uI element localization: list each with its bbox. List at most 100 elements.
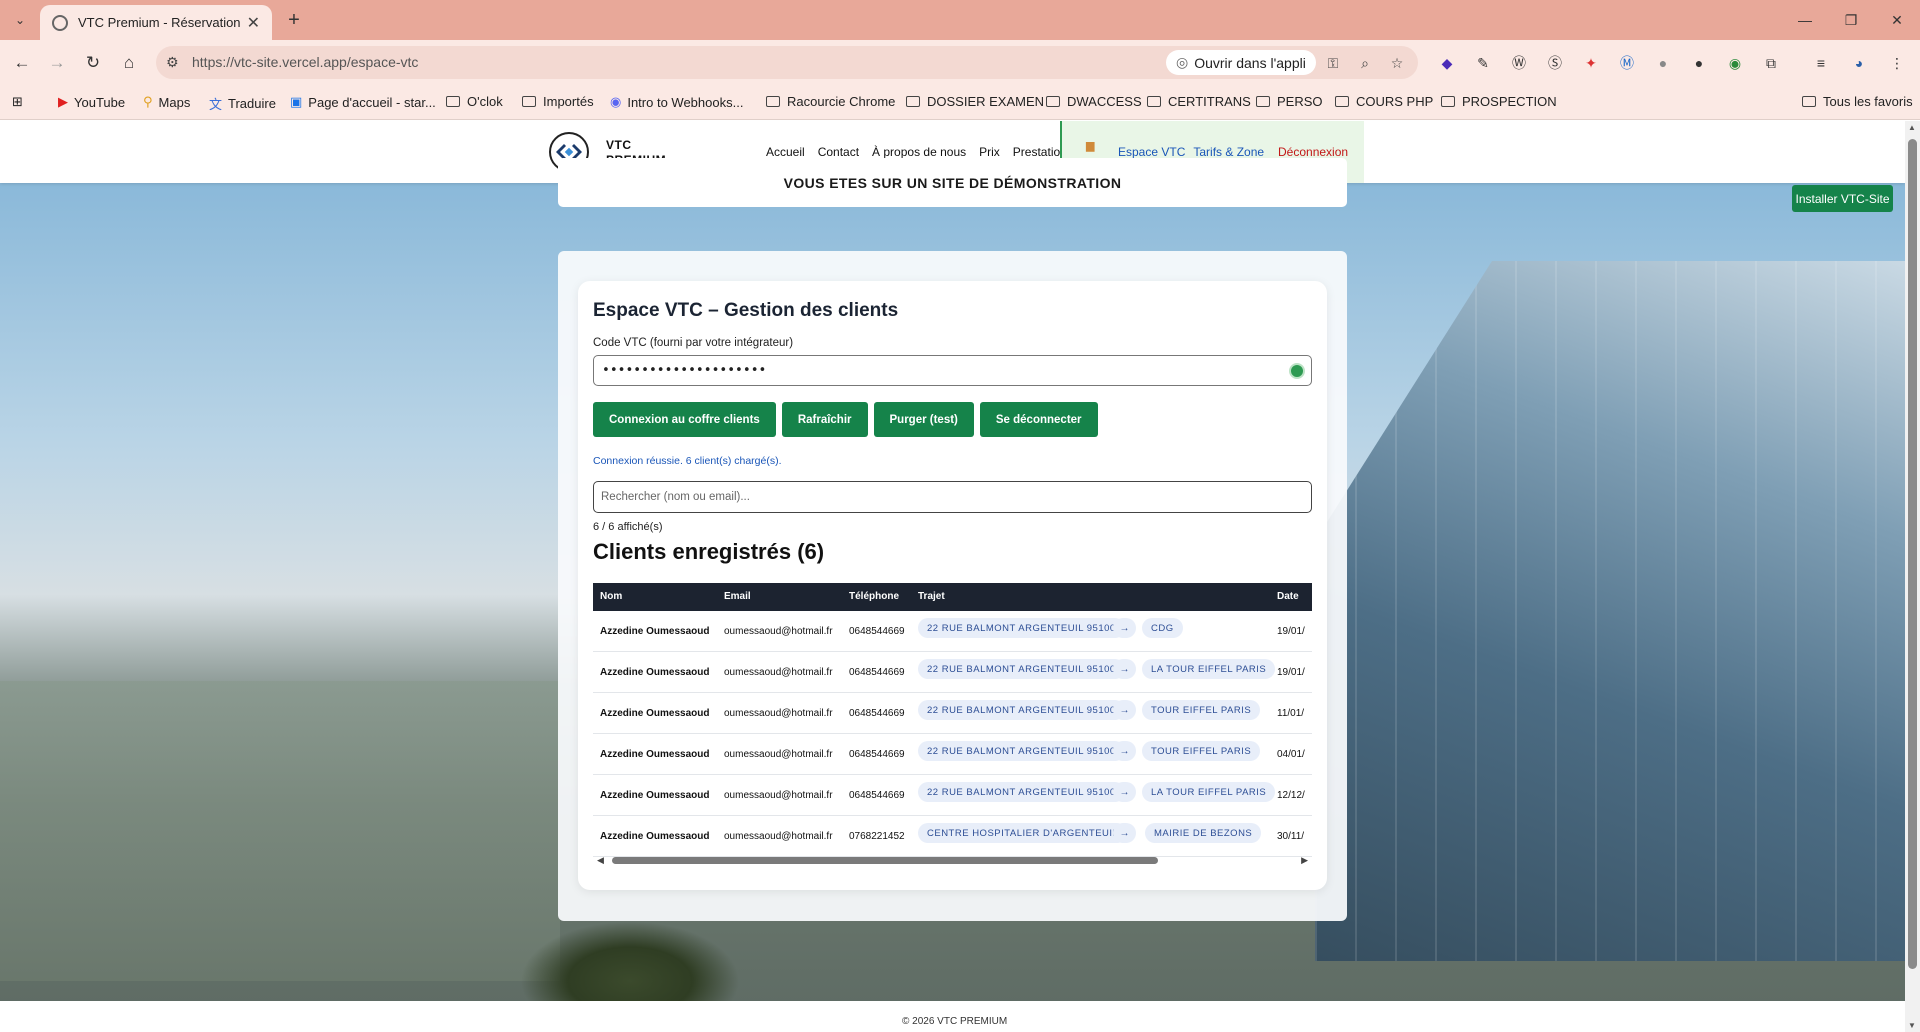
nav-prix[interactable]: Prix [979, 145, 1000, 159]
scroll-right-icon[interactable]: ▶ [1301, 855, 1308, 866]
scroll-down-icon[interactable]: ▼ [1908, 1021, 1916, 1030]
extension-mic-icon[interactable]: ● [1688, 52, 1710, 74]
site-info-icon[interactable]: ⚙ [166, 54, 179, 71]
tab-close-icon[interactable]: ✕ [247, 13, 260, 33]
cell-date: 19/01/ [1277, 625, 1305, 637]
home-icon[interactable]: ⌂ [116, 50, 142, 76]
bookmark-imported[interactable]: Importés [522, 94, 594, 109]
nav-tarifs-zone[interactable]: Tarifs & Zone [1193, 145, 1264, 159]
install-app-button[interactable]: Installer VTC-Site [1792, 185, 1893, 212]
nav-about[interactable]: À propos de nous [872, 145, 966, 159]
background-terminal [1315, 261, 1905, 961]
active-tab[interactable]: VTC Premium - Réservation en l ✕ [40, 5, 272, 40]
extension-pen-icon[interactable]: ✎ [1472, 52, 1494, 74]
page-scroll-thumb[interactable] [1908, 139, 1917, 969]
zoom-icon[interactable]: ⌕ [1354, 52, 1376, 74]
page-vertical-scrollbar[interactable]: ▲ ▼ [1905, 121, 1920, 1032]
folder-icon [522, 96, 536, 107]
logout-link[interactable]: Déconnexion [1278, 145, 1348, 159]
refresh-button[interactable]: Rafraîchir [781, 402, 868, 437]
bookmark-certitrans[interactable]: CERTITRANS [1147, 94, 1251, 109]
scroll-up-icon[interactable]: ▲ [1908, 123, 1916, 132]
restore-icon[interactable]: ❐ [1836, 8, 1866, 32]
table-row[interactable]: Azzedine Oumessaoud oumessaoud@hotmail.f… [593, 611, 1312, 652]
back-icon[interactable]: ← [9, 50, 35, 76]
app-icon: ◎ [1176, 54, 1189, 70]
table-horizontal-scrollbar[interactable]: ◀ ▶ [593, 853, 1312, 867]
nav-prestation[interactable]: Prestation [1013, 145, 1067, 159]
bookmark-maps[interactable]: ⚲ Maps [143, 94, 190, 110]
code-vtc-input[interactable]: ••••••••••••••••••••• [593, 355, 1312, 386]
cell-phone: 0768221452 [849, 830, 905, 842]
url-text[interactable]: https://vtc-site.vercel.app/espace-vtc [192, 54, 418, 70]
table-header: Nom Email Téléphone Trajet Date [593, 583, 1312, 611]
reading-list-icon[interactable]: ≡ [1810, 52, 1832, 74]
bookmark-dwaccess[interactable]: DWACCESS [1046, 94, 1142, 109]
password-manager-icon[interactable] [1289, 363, 1305, 379]
table-row[interactable]: Azzedine Oumessaoud oumessaoud@hotmail.f… [593, 775, 1312, 816]
cell-phone: 0648544669 [849, 707, 905, 719]
menu-kebab-icon[interactable]: ⋮ [1886, 52, 1908, 74]
content-panel: Espace VTC – Gestion des clients Code VT… [558, 251, 1347, 921]
scroll-left-icon[interactable]: ◀ [597, 855, 604, 866]
forward-icon[interactable]: → [44, 50, 70, 76]
cell-email: oumessaoud@hotmail.fr [724, 666, 833, 678]
table-row[interactable]: Azzedine Oumessaoud oumessaoud@hotmail.f… [593, 734, 1312, 775]
scroll-thumb[interactable] [612, 857, 1158, 864]
purge-test-button[interactable]: Purger (test) [873, 402, 974, 437]
extension-badge-icon[interactable]: ◉ [1724, 52, 1746, 74]
extension-m-icon[interactable]: Ⓜ [1616, 52, 1638, 74]
table-row[interactable]: Azzedine Oumessaoud oumessaoud@hotmail.f… [593, 816, 1312, 857]
cell-date: 04/01/ [1277, 748, 1305, 760]
profile-avatar-icon[interactable]: ◕ [1848, 52, 1870, 74]
nav-contact[interactable]: Contact [818, 145, 859, 159]
table-row[interactable]: Azzedine Oumessaoud oumessaoud@hotmail.f… [593, 652, 1312, 693]
bookmark-perso[interactable]: PERSO [1256, 94, 1323, 109]
address-bar[interactable]: ⚙ https://vtc-site.vercel.app/espace-vtc… [156, 46, 1418, 79]
folder-icon [446, 96, 460, 107]
browser-tab-bar: ⌄ VTC Premium - Réservation en l ✕ + — ❐… [0, 0, 1920, 40]
close-window-icon[interactable]: ✕ [1882, 8, 1912, 32]
table-row[interactable]: Azzedine Oumessaoud oumessaoud@hotmail.f… [593, 693, 1312, 734]
bookmark-racourcie[interactable]: Racourcie Chrome [766, 94, 895, 109]
folder-icon [1441, 96, 1455, 107]
cell-phone: 0648544669 [849, 625, 905, 637]
bookmark-start-page[interactable]: ▣ Page d'accueil - star... [290, 94, 436, 110]
all-bookmarks[interactable]: Tous les favoris [1802, 94, 1913, 109]
bookmark-oclok[interactable]: O'clok [446, 94, 503, 109]
trip-from: CENTRE HOSPITALIER D'ARGENTEUIL [918, 823, 1128, 843]
extension-s-icon[interactable]: Ⓢ [1544, 52, 1566, 74]
search-input[interactable]: Rechercher (nom ou email)... [593, 481, 1312, 513]
bookmark-youtube[interactable]: ▶ YouTube [58, 94, 125, 110]
discord-icon: ◉ [610, 94, 622, 109]
cell-name: Azzedine Oumessaoud [600, 707, 710, 719]
open-in-app-button[interactable]: ◎ Ouvrir dans l'appli [1166, 50, 1316, 75]
new-tab-icon[interactable]: + [282, 8, 306, 32]
apps-grid-icon[interactable]: ⊞ [12, 94, 23, 110]
bookmark-translate[interactable]: 文 Traduire [209, 94, 276, 113]
minimize-icon[interactable]: — [1790, 8, 1820, 32]
extension-diamond-icon[interactable]: ◆ [1436, 52, 1458, 74]
extension-mic-gray-icon[interactable]: ● [1652, 52, 1674, 74]
bookmark-prospection[interactable]: PROSPECTION [1441, 94, 1557, 109]
connect-vault-button[interactable]: Connexion au coffre clients [593, 402, 776, 437]
extensions-puzzle-icon[interactable]: ⧉ [1760, 52, 1782, 74]
disconnect-button[interactable]: Se déconnecter [979, 402, 1098, 437]
trip-from: 22 RUE BALMONT ARGENTEUIL 95100 [918, 700, 1125, 720]
bookmark-webhooks[interactable]: ◉ Intro to Webhooks... [610, 94, 743, 110]
cell-phone: 0648544669 [849, 748, 905, 760]
reload-icon[interactable]: ↻ [80, 50, 106, 76]
password-key-icon[interactable]: ⚿ [1322, 52, 1344, 74]
bookmark-dossier-examen[interactable]: DOSSIER EXAMEN [906, 94, 1044, 109]
panel-title: Espace VTC – Gestion des clients [593, 300, 899, 321]
folder-icon [766, 96, 780, 107]
tab-list-chevron-icon[interactable]: ⌄ [8, 8, 32, 32]
extension-pin-icon[interactable]: ✦ [1580, 52, 1602, 74]
bookmark-cours-php[interactable]: COURS PHP [1335, 94, 1433, 109]
nav-espace-vtc[interactable]: Espace VTC [1118, 145, 1185, 159]
trip-arrow: → [1113, 741, 1136, 761]
nav-accueil[interactable]: Accueil [766, 145, 805, 159]
extension-w-icon[interactable]: Ⓦ [1508, 52, 1530, 74]
trip-from: 22 RUE BALMONT ARGENTEUIL 95100 [918, 618, 1125, 638]
bookmark-star-icon[interactable]: ☆ [1386, 52, 1408, 74]
